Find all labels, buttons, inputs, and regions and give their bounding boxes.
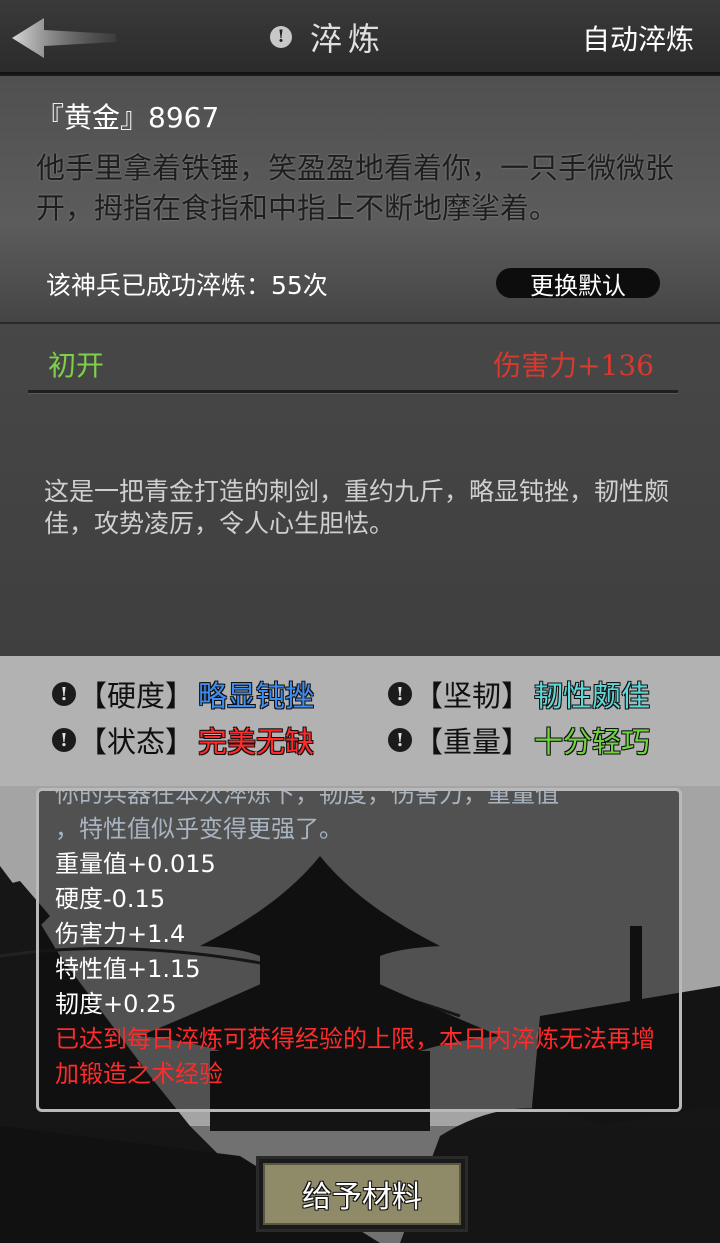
log-line: 你的兵器在本次淬炼下，韧度，伤害力，重量值: [55, 788, 559, 808]
attr-value: 十分轻巧: [534, 725, 651, 759]
attr-value: 完美无缺: [198, 725, 315, 759]
weapon-stage: 初开: [48, 349, 105, 382]
attr-value: 韧性颇佳: [534, 679, 651, 713]
weapon-description: 这是一把青金打造的刺剑，重约九斤，略显钝挫，韧性颇佳，攻势凌厉，令人心生胆怯。: [44, 477, 670, 538]
attr-label: 【重量】: [414, 725, 531, 759]
log-line: 韧度+0.25: [55, 990, 177, 1018]
log-line: 硬度-0.15: [55, 885, 166, 913]
give-material-button[interactable]: 给予材料: [256, 1156, 468, 1232]
weapon-damage: 伤害力+136: [493, 349, 654, 382]
auto-refine-button[interactable]: 自动淬炼: [582, 18, 694, 58]
attr-toughness: ! 【坚韧】 韧性颇佳: [388, 674, 650, 714]
back-arrow-icon: [12, 18, 116, 58]
attr-label: 【坚韧】: [414, 679, 531, 713]
attr-label: 【状态】: [78, 725, 195, 759]
attr-hardness: ! 【硬度】 略显钝挫: [52, 674, 314, 714]
exclamation-icon[interactable]: !: [270, 26, 292, 48]
log-line: ，特性值似乎变得更强了。: [55, 815, 343, 843]
exclamation-icon[interactable]: !: [388, 682, 412, 706]
log-line: 特性值+1.15: [55, 955, 201, 983]
npc-description: 他手里拿着铁锤，笑盈盈地看着你，一只手微微张开，拇指在食指和中指上不断地摩挲着。: [36, 151, 675, 225]
back-button[interactable]: [10, 16, 120, 60]
change-default-button[interactable]: 更换默认: [496, 268, 660, 300]
title-group: ! 淬炼: [270, 14, 386, 60]
top-bar: ! 淬炼 自动淬炼: [0, 0, 720, 74]
npc-name: 『黄金』8967: [36, 101, 220, 134]
attr-state: ! 【状态】 完美无缺: [52, 720, 314, 760]
refine-count: 该神兵已成功淬炼：55次: [46, 271, 328, 300]
log-line: 伤害力+1.4: [55, 920, 186, 948]
npc-info-panel: 『黄金』8967 他手里拿着铁锤，笑盈盈地看着你，一只手微微张开，拇指在食指和中…: [0, 76, 720, 322]
refine-log[interactable]: 你的兵器在本次淬炼下，韧度，伤害力，重量值 ，特性值似乎变得更强了。 重量值+0…: [36, 788, 682, 1112]
page-title: 淬炼: [310, 20, 387, 58]
attr-weight: ! 【重量】 十分轻巧: [388, 720, 650, 760]
exclamation-icon[interactable]: !: [52, 728, 76, 752]
log-content: 你的兵器在本次淬炼下，韧度，伤害力，重量值 ，特性值似乎变得更强了。 重量值+0…: [55, 791, 667, 1092]
weapon-panel: 初开 伤害力+136 这是一把青金打造的刺剑，重约九斤，略显钝挫，韧性颇佳，攻势…: [0, 322, 720, 656]
exclamation-icon[interactable]: !: [52, 682, 76, 706]
attr-value: 略显钝挫: [198, 679, 315, 713]
give-material-label: 给予材料: [263, 1163, 461, 1225]
log-line: 重量值+0.015: [55, 850, 216, 878]
attribute-list: ! 【硬度】 略显钝挫 ! 【坚韧】 韧性颇佳 ! 【状态】 完美无缺 ! 【重…: [0, 656, 720, 776]
divider: [28, 390, 678, 394]
attr-label: 【硬度】: [78, 679, 195, 713]
log-warning: 已达到每日淬炼可获得经验的上限，本日内淬炼无法再增加锻造之术经验: [55, 1025, 655, 1088]
exclamation-icon[interactable]: !: [388, 728, 412, 752]
